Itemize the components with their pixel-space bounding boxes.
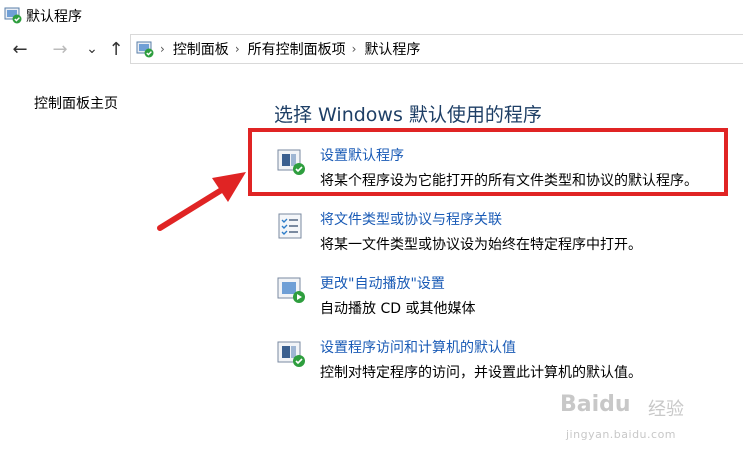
file-association-icon (278, 213, 302, 239)
task-description: 将某一文件类型或协议设为始终在特定程序中打开。 (320, 237, 642, 253)
forward-button[interactable]: → (48, 37, 72, 61)
chevron-down-icon: ⌄ (86, 41, 98, 57)
up-button[interactable]: ↑ (104, 37, 128, 61)
breadcrumb-separator[interactable]: › (235, 42, 240, 56)
control-panel-icon (4, 7, 22, 24)
watermark-brand: Baidu (560, 392, 631, 417)
arrow-left-icon: ← (12, 38, 28, 60)
arrow-up-icon: ↑ (108, 38, 124, 60)
task-description: 自动播放 CD 或其他媒体 (320, 301, 476, 317)
autoplay-icon (277, 277, 305, 303)
watermark-service: 经验 (648, 399, 684, 420)
watermark-url: jingyan.baidu.com (566, 428, 677, 441)
control-panel-icon (136, 41, 154, 58)
arrow-right-icon: → (52, 38, 68, 60)
breadcrumb-control-panel[interactable]: 控制面板 (173, 39, 229, 59)
task-description: 控制对特定程序的访问，并设置此计算机的默认值。 (320, 365, 642, 381)
baidu-watermark: Baidu 经验 jingyan.baidu.com (560, 392, 730, 452)
associate-file-types-link[interactable]: 将文件类型或协议与程序关联 (320, 209, 502, 229)
breadcrumb-all-items[interactable]: 所有控制面板项 (248, 39, 346, 59)
window-title: 默认程序 (26, 9, 82, 25)
navigation-bar: ← → ⌄ ↑ › 控制面板 › 所有控制面板项 › 默认程序 (0, 34, 743, 64)
annotation-highlight-box (248, 128, 728, 196)
program-access-icon (277, 341, 305, 367)
back-button[interactable]: ← (8, 37, 32, 61)
recent-locations-button[interactable]: ⌄ (80, 37, 104, 61)
address-bar[interactable]: › 控制面板 › 所有控制面板项 › 默认程序 (130, 34, 743, 64)
autoplay-settings-link[interactable]: 更改"自动播放"设置 (320, 273, 445, 293)
breadcrumb-separator[interactable]: › (160, 42, 165, 56)
page-title: 选择 Windows 默认使用的程序 (274, 104, 542, 126)
breadcrumb-separator[interactable]: › (352, 42, 357, 56)
control-panel-home-link[interactable]: 控制面板主页 (34, 93, 118, 113)
title-bar: 默认程序 (0, 0, 743, 32)
breadcrumb-default-programs[interactable]: 默认程序 (364, 39, 420, 59)
program-access-defaults-link[interactable]: 设置程序访问和计算机的默认值 (320, 337, 516, 357)
